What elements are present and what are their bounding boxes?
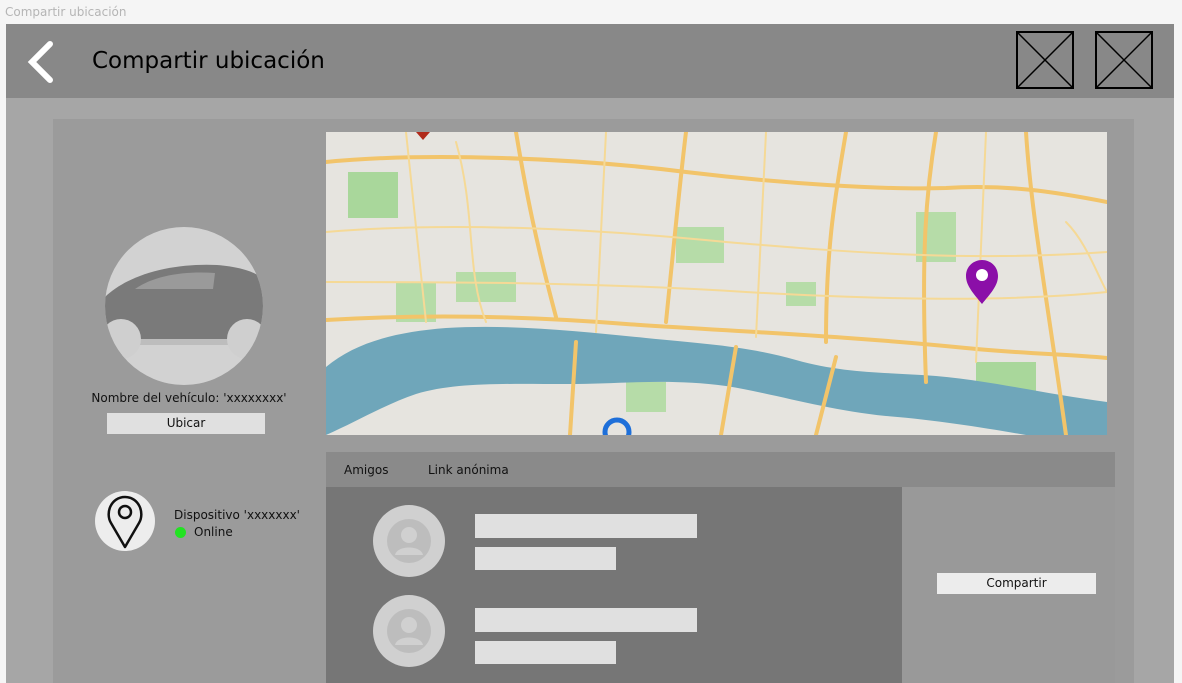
name-placeholder-bar <box>475 608 697 632</box>
user-icon <box>387 609 431 653</box>
vehicle-name: Nombre del vehículo: 'xxxxxxxx' <box>91 391 287 405</box>
device-name: Dispositivo 'xxxxxxx' <box>174 508 300 522</box>
page-title: Compartir ubicación <box>92 48 325 74</box>
share-tabs: Amigos Link anónima <box>326 452 1115 487</box>
frame-label: Compartir ubicación <box>5 5 127 19</box>
content-panel: Nombre del vehículo: 'xxxxxxxx' Ubicar D… <box>53 119 1134 683</box>
tab-link-anonima[interactable]: Link anónima <box>428 463 509 477</box>
online-dot-icon <box>175 526 186 538</box>
device-status-label: Online <box>194 525 233 539</box>
detail-placeholder-bar <box>475 547 616 570</box>
device-avatar <box>95 491 155 551</box>
image-placeholder-icon <box>1016 31 1074 89</box>
locate-button[interactable]: Ubicar <box>107 413 265 434</box>
map-canvas[interactable] <box>326 132 1107 435</box>
vehicle-avatar <box>105 227 263 385</box>
share-button[interactable]: Compartir <box>937 573 1096 594</box>
avatar <box>373 595 445 667</box>
friends-list <box>326 487 902 683</box>
share-side-panel: Compartir <box>902 487 1115 683</box>
avatar <box>373 505 445 577</box>
device-status: Online <box>175 525 233 539</box>
back-chevron-icon[interactable] <box>24 40 58 84</box>
header-bar: Compartir ubicación <box>6 24 1174 98</box>
map-view[interactable] <box>326 132 1107 435</box>
detail-placeholder-bar <box>475 641 616 664</box>
app-frame: Compartir ubicación Nombre del vehículo:… <box>6 24 1174 683</box>
location-pin-icon <box>107 495 143 549</box>
image-placeholder-icon <box>1095 31 1153 89</box>
user-icon <box>387 519 431 563</box>
tab-amigos[interactable]: Amigos <box>344 463 388 477</box>
car-icon <box>105 264 263 359</box>
name-placeholder-bar <box>475 514 697 538</box>
